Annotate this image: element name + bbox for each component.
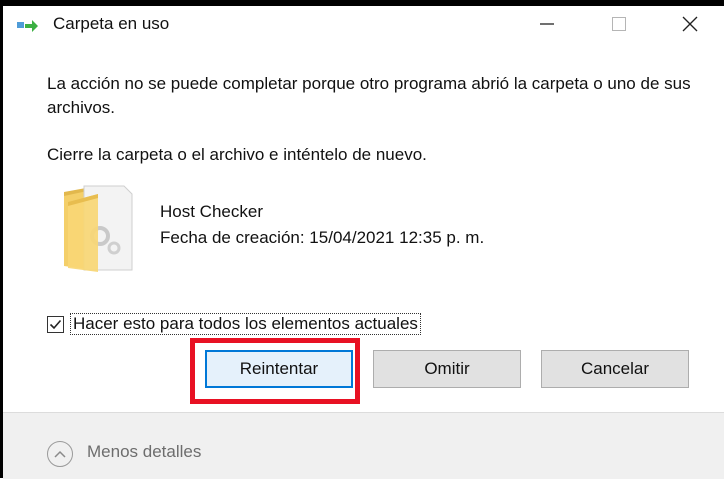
minimize-button[interactable]	[511, 6, 583, 42]
file-move-icon	[17, 19, 39, 33]
file-name: Host Checker	[160, 202, 263, 221]
window-title: Carpeta en uso	[53, 14, 170, 33]
maximize-icon	[612, 17, 626, 31]
left-border	[0, 6, 3, 478]
apply-all-checkbox[interactable]	[47, 315, 64, 333]
skip-button[interactable]: Omitir	[373, 350, 521, 388]
folder-icon	[58, 182, 136, 274]
cancel-button[interactable]: Cancelar	[541, 350, 689, 388]
less-details-toggle[interactable]: Menos detalles	[87, 442, 201, 462]
apply-all-checkbox-row[interactable]: Hacer esto para todos los elementos actu…	[47, 311, 421, 337]
instruction-message: Cierre la carpeta o el archivo e inténte…	[47, 145, 427, 164]
details-footer: Menos detalles	[3, 412, 724, 479]
retry-highlight-box	[190, 338, 360, 404]
close-icon	[682, 16, 698, 32]
title-bar[interactable]: Carpeta en uso	[3, 6, 724, 42]
file-creation-date: Fecha de creación: 15/04/2021 12:35 p. m…	[160, 228, 485, 247]
apply-all-label[interactable]: Hacer esto para todos los elementos actu…	[70, 313, 421, 335]
maximize-button[interactable]	[583, 6, 655, 42]
minimize-icon	[540, 23, 554, 25]
close-button[interactable]	[654, 6, 724, 42]
checkmark-icon	[49, 319, 62, 329]
error-message: La acción no se puede completar porque o…	[47, 74, 691, 117]
chevron-up-icon[interactable]	[47, 441, 73, 467]
